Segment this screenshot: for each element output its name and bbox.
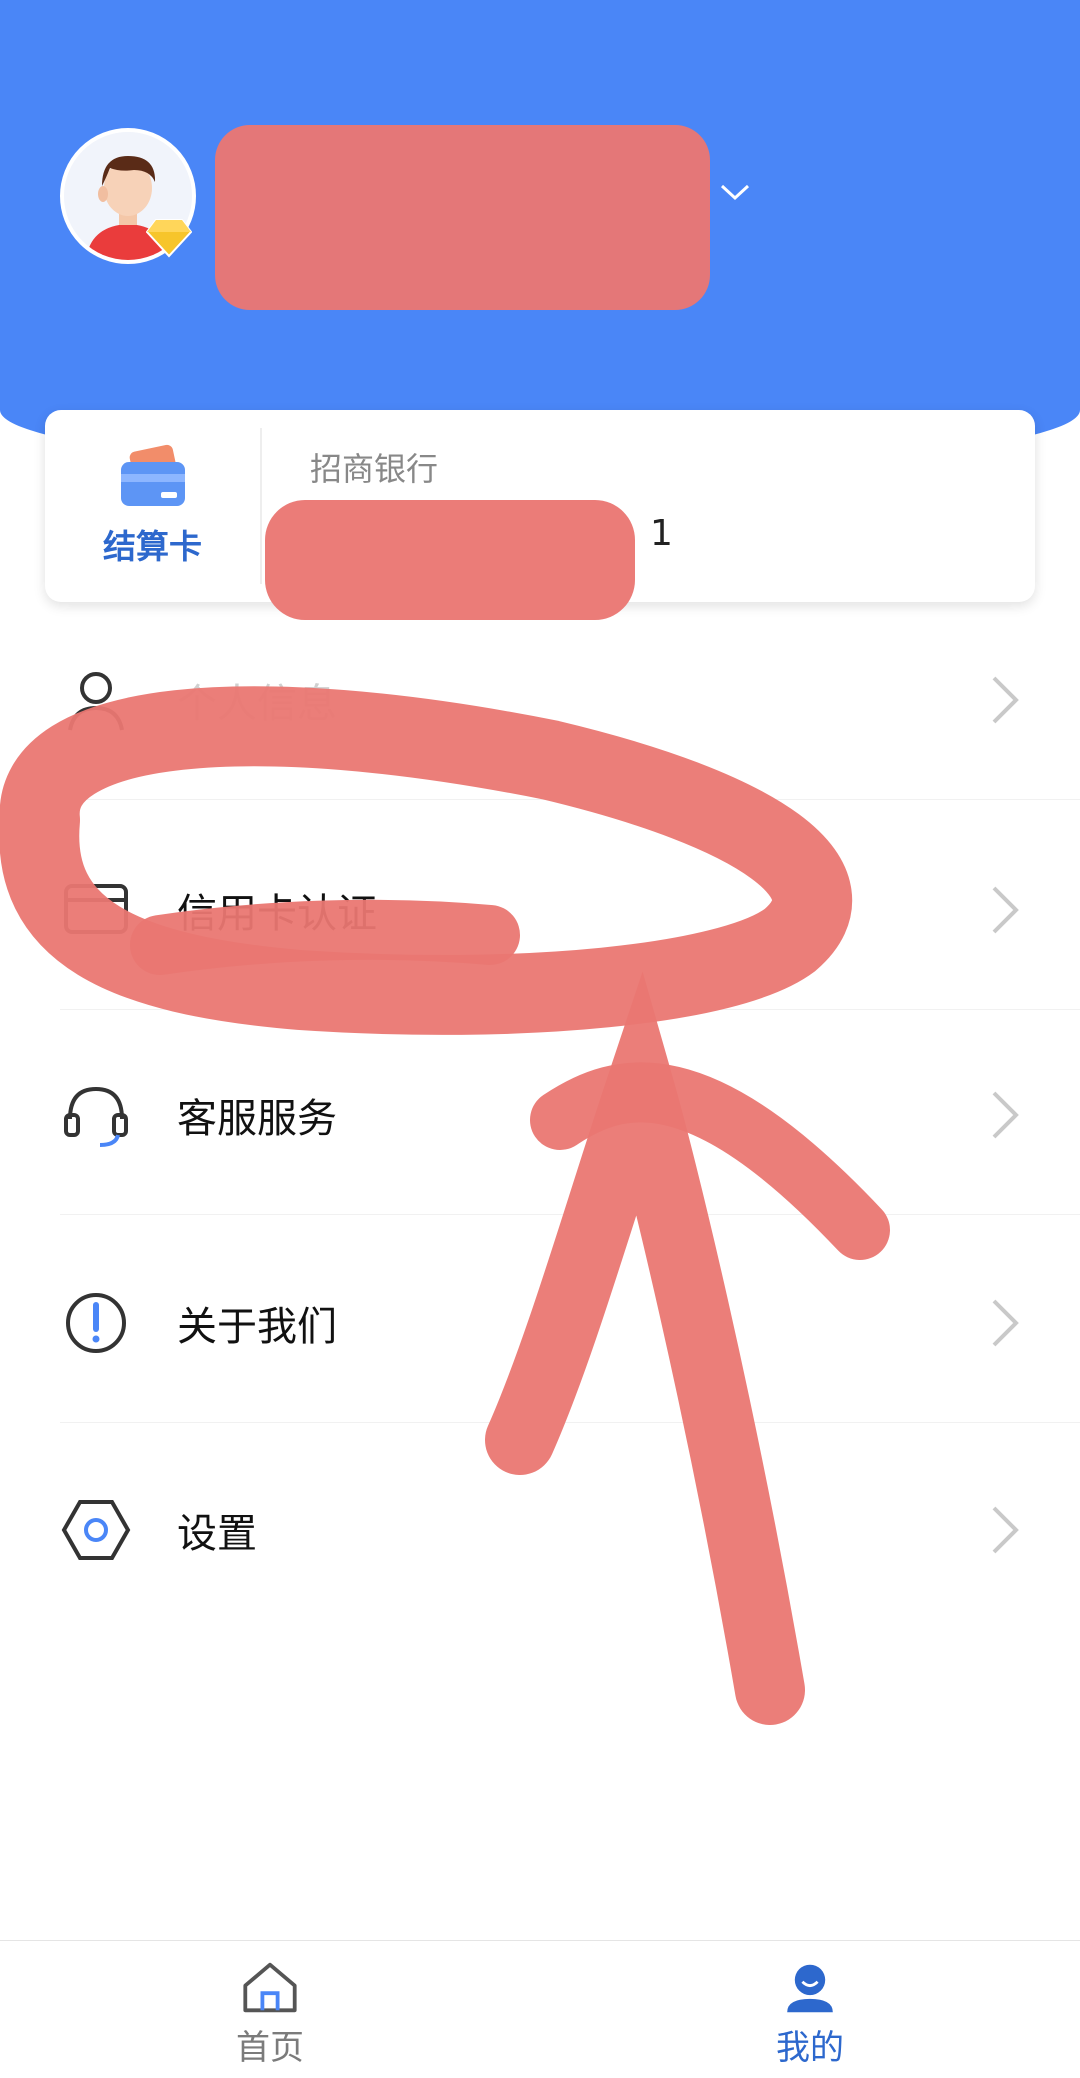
menu-label: 关于我们 — [177, 1304, 337, 1350]
nav-mine-label: 我的 — [776, 2028, 844, 2068]
nav-home-label: 首页 — [236, 2028, 304, 2068]
menu-label: 个人信息 — [177, 681, 337, 727]
menu-label: 设置 — [177, 1511, 257, 1557]
home-icon — [243, 1962, 297, 2013]
chevron-right-icon — [992, 1299, 1019, 1347]
menu-item-settings[interactable]: 设置 — [0, 1430, 1080, 1630]
menu-divider — [60, 799, 1080, 800]
chevron-right-icon — [992, 676, 1019, 724]
nav-mine[interactable]: 我的 — [710, 1959, 910, 2069]
person-icon — [68, 672, 124, 731]
gear-icon — [61, 1500, 131, 1560]
menu-divider — [60, 1214, 1080, 1215]
chevron-right-icon — [992, 886, 1019, 934]
menu-divider — [60, 1009, 1080, 1010]
card-divider — [260, 428, 262, 584]
chevron-right-icon — [992, 1091, 1019, 1139]
menu-item-credit-card-auth[interactable]: 信用卡认证 — [0, 810, 1080, 1010]
menu-item-about-us[interactable]: 关于我们 — [0, 1223, 1080, 1423]
nav-home[interactable]: 首页 — [170, 1959, 370, 2069]
menu-item-customer-service[interactable]: 客服服务 — [0, 1015, 1080, 1215]
info-icon — [66, 1293, 126, 1353]
menu-label: 客服服务 — [177, 1096, 337, 1142]
menu-label: 信用卡认证 — [177, 891, 377, 937]
chevron-right-icon — [992, 1506, 1019, 1554]
profile-icon — [787, 1964, 833, 2013]
headset-icon — [64, 1086, 128, 1147]
chevron-down-icon[interactable] — [718, 178, 752, 204]
menu-divider — [60, 1422, 1080, 1423]
card-type-label: 结算卡 — [103, 527, 202, 566]
username-redacted — [215, 125, 710, 310]
bottom-navigation: 首页 我的 — [0, 1940, 1080, 2078]
settlement-card[interactable]: 结算卡 招商银行 1 — [45, 410, 1035, 620]
card-number-visible: 1 — [650, 513, 675, 554]
card-icon — [120, 444, 185, 506]
vip-diamond-icon — [146, 219, 192, 258]
card-outline-icon — [64, 884, 128, 934]
bank-name: 招商银行 — [310, 450, 439, 488]
profile-header — [0, 0, 1080, 470]
menu-item-personal-info[interactable]: 个人信息 — [0, 600, 1080, 800]
card-type: 结算卡 — [45, 410, 260, 602]
